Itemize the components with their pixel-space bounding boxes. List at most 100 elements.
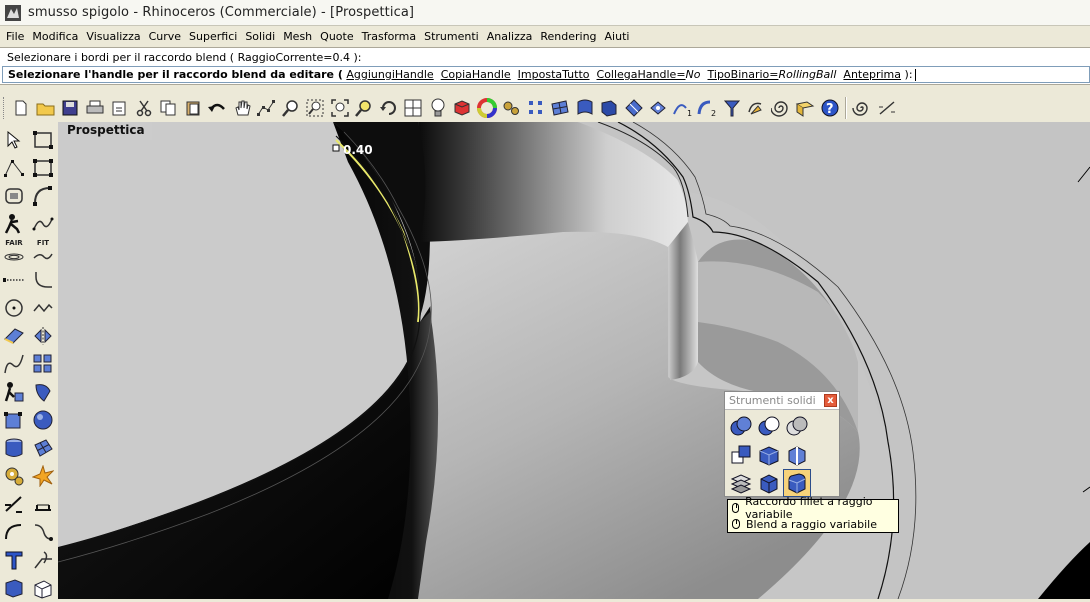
- select-tool-button[interactable]: [0, 126, 28, 154]
- arc-tool-button[interactable]: [29, 182, 57, 210]
- spiral-button[interactable]: [850, 96, 874, 120]
- curve-fillet-button[interactable]: [0, 518, 28, 546]
- line-tool-button[interactable]: [0, 266, 28, 294]
- revolve-button[interactable]: [720, 96, 744, 120]
- sweep-button[interactable]: 2: [695, 96, 719, 120]
- dimension-tool-button[interactable]: [0, 490, 28, 518]
- curve-tool-button[interactable]: [0, 350, 28, 378]
- zoom-dynamic-button[interactable]: [279, 96, 303, 120]
- solid-box-tool-button[interactable]: [0, 574, 28, 602]
- option-aggiungi-handle[interactable]: AggiungiHandle: [346, 68, 433, 81]
- menu-analizza[interactable]: Analizza: [483, 30, 537, 43]
- help-button[interactable]: ?: [818, 96, 842, 120]
- menu-quote[interactable]: Quote: [316, 30, 357, 43]
- menu-mesh[interactable]: Mesh: [279, 30, 316, 43]
- rotate-view-button[interactable]: [377, 96, 401, 120]
- option-anteprima[interactable]: Anteprima: [843, 68, 901, 81]
- text-tool-button[interactable]: [0, 546, 28, 574]
- option-copia-handle[interactable]: CopiaHandle: [441, 68, 511, 81]
- zoom-extents-button[interactable]: [328, 96, 352, 120]
- fillet-curve-button[interactable]: [29, 266, 57, 294]
- point-editing-button[interactable]: [0, 154, 28, 182]
- surface-twist-button[interactable]: [622, 96, 646, 120]
- toolbar-grip[interactable]: [3, 97, 6, 119]
- menu-trasforma[interactable]: Trasforma: [358, 30, 420, 43]
- copy-button[interactable]: [156, 96, 180, 120]
- menu-modifica[interactable]: Modifica: [28, 30, 82, 43]
- pan-button[interactable]: [230, 96, 254, 120]
- polygon-tool-button[interactable]: [0, 182, 28, 210]
- interpolate-curve-button[interactable]: [29, 210, 57, 238]
- palette-close-button[interactable]: x: [824, 394, 837, 407]
- grid-snap-button[interactable]: [524, 96, 548, 120]
- option-tipo-binario[interactable]: TipoBinario=RollingBall: [708, 68, 837, 81]
- dimension-button[interactable]: [875, 96, 899, 120]
- menu-aiuti[interactable]: Aiuti: [601, 30, 634, 43]
- cylinder-tool-button[interactable]: [0, 434, 28, 462]
- point-surface-button[interactable]: [646, 96, 670, 120]
- annotation-tool-button[interactable]: [29, 546, 57, 574]
- rectangle-points-button[interactable]: [29, 154, 57, 182]
- viewport-title-tab[interactable]: Prospettica: [60, 122, 152, 140]
- solid-edit-tool-button[interactable]: [29, 574, 57, 602]
- option-imposta-tutto[interactable]: ImpostaTutto: [518, 68, 590, 81]
- menu-superfici[interactable]: Superfici: [185, 30, 241, 43]
- array-tool-button[interactable]: [29, 350, 57, 378]
- boolean-intersection-button[interactable]: [783, 413, 811, 441]
- palette-header[interactable]: Strumenti solidi x: [725, 392, 839, 410]
- extrude-button[interactable]: [793, 96, 817, 120]
- menu-curve[interactable]: Curve: [145, 30, 185, 43]
- print-button[interactable]: [83, 96, 107, 120]
- boolean-union-button[interactable]: [727, 413, 755, 441]
- loft-button[interactable]: 1: [671, 96, 695, 120]
- option-collega-handle[interactable]: CollegaHandle=No: [597, 68, 701, 81]
- blend-curve-button[interactable]: [29, 518, 57, 546]
- menu-strumenti[interactable]: Strumenti: [420, 30, 483, 43]
- paste-special-button[interactable]: [107, 96, 131, 120]
- surface-grid-button[interactable]: [548, 96, 572, 120]
- open-button[interactable]: [34, 96, 58, 120]
- fair-curve-button[interactable]: FAIR: [0, 238, 28, 266]
- render-button[interactable]: [450, 96, 474, 120]
- offset-surface-button[interactable]: [769, 96, 793, 120]
- surface-edge-button[interactable]: [573, 96, 597, 120]
- zoom-window-button[interactable]: [303, 96, 327, 120]
- perspective-viewport[interactable]: Prospettica 0.40: [58, 122, 1090, 599]
- light-button[interactable]: [426, 96, 450, 120]
- explode-tool-button[interactable]: [29, 462, 57, 490]
- variable-fillet-button[interactable]: [783, 469, 811, 497]
- options-button[interactable]: [499, 96, 523, 120]
- walkabout-tool-button[interactable]: [0, 210, 28, 238]
- solid-box-button[interactable]: [755, 469, 783, 497]
- surface-tool-button[interactable]: [29, 378, 57, 406]
- menu-solidi[interactable]: Solidi: [241, 30, 279, 43]
- merge-faces-button[interactable]: [727, 469, 755, 497]
- extract-surface-button[interactable]: [783, 441, 811, 469]
- drafting-tool-button[interactable]: [0, 378, 28, 406]
- menu-file[interactable]: File: [2, 30, 28, 43]
- mirror-tool-button[interactable]: [29, 322, 57, 350]
- four-views-button[interactable]: [401, 96, 425, 120]
- paste-button[interactable]: [181, 96, 205, 120]
- select-window-button[interactable]: [29, 126, 57, 154]
- boolean-difference-button[interactable]: [755, 413, 783, 441]
- command-prompt[interactable]: Selezionare l'handle per il raccordo ble…: [2, 66, 1090, 83]
- material-button[interactable]: [475, 96, 499, 120]
- transform-tool-button[interactable]: [0, 406, 28, 434]
- circle-tool-button[interactable]: [0, 294, 28, 322]
- zoom-selected-button[interactable]: [352, 96, 376, 120]
- rail-revolve-button[interactable]: [744, 96, 768, 120]
- curve-from-object-button[interactable]: [0, 322, 28, 350]
- boolean-split-button[interactable]: [727, 441, 755, 469]
- surface-shaded-button[interactable]: [597, 96, 621, 120]
- menu-rendering[interactable]: Rendering: [536, 30, 600, 43]
- control-points-button[interactable]: [254, 96, 278, 120]
- menu-visualizza[interactable]: Visualizza: [82, 30, 144, 43]
- save-button[interactable]: [58, 96, 82, 120]
- sphere-tool-button[interactable]: [29, 406, 57, 434]
- mesh-tool-button[interactable]: [29, 434, 57, 462]
- analyze-tool-button[interactable]: [29, 490, 57, 518]
- polyline-tool-button[interactable]: [29, 294, 57, 322]
- cap-holes-button[interactable]: [755, 441, 783, 469]
- fit-curve-button[interactable]: FIT: [29, 238, 57, 266]
